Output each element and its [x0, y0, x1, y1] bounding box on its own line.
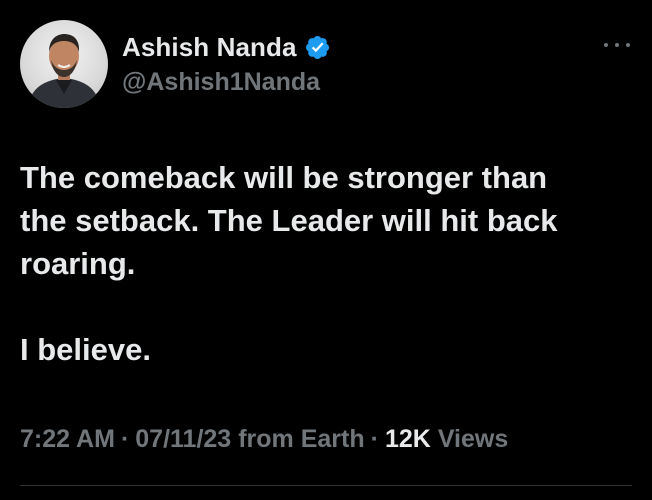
more-dot — [626, 43, 630, 47]
avatar-portrait-icon — [28, 34, 100, 108]
tweet-text: The comeback will be stronger than the s… — [20, 156, 632, 371]
tweet-closing-line: I believe. — [20, 332, 151, 367]
author-display-name[interactable]: Ashish Nanda — [122, 32, 297, 63]
tweet-text-line: the setback. The Leader will hit back — [20, 203, 558, 238]
author-block: Ashish Nanda @Ashish1Nanda — [122, 30, 331, 100]
more-horizontal-icon[interactable] — [604, 38, 630, 52]
views-count[interactable]: 12K — [385, 425, 431, 454]
verified-badge-icon[interactable] — [304, 34, 331, 61]
tweet-date[interactable]: 07/11/23 — [135, 425, 231, 454]
avatar[interactable] — [20, 20, 108, 108]
author-name-row: Ashish Nanda — [122, 30, 331, 64]
meta-separator: · — [120, 425, 130, 453]
views-label: Views — [437, 425, 509, 453]
tweet-text-line: The comeback will be stronger than — [20, 160, 548, 195]
divider — [20, 485, 632, 486]
tweet-text-line: roaring. — [20, 246, 136, 281]
tweet-time[interactable]: 7:22 AM — [20, 425, 115, 454]
tweet-source: from Earth — [238, 425, 365, 453]
more-dot — [604, 43, 608, 47]
more-dot — [615, 43, 619, 47]
tweet-card: Ashish Nanda @Ashish1Nanda The comeback … — [0, 0, 652, 500]
author-handle[interactable]: @Ashish1Nanda — [122, 68, 331, 97]
meta-separator: · — [370, 425, 379, 453]
tweet-meta: 7:22 AM · 07/11/23 from Earth · 12K View… — [20, 425, 508, 454]
